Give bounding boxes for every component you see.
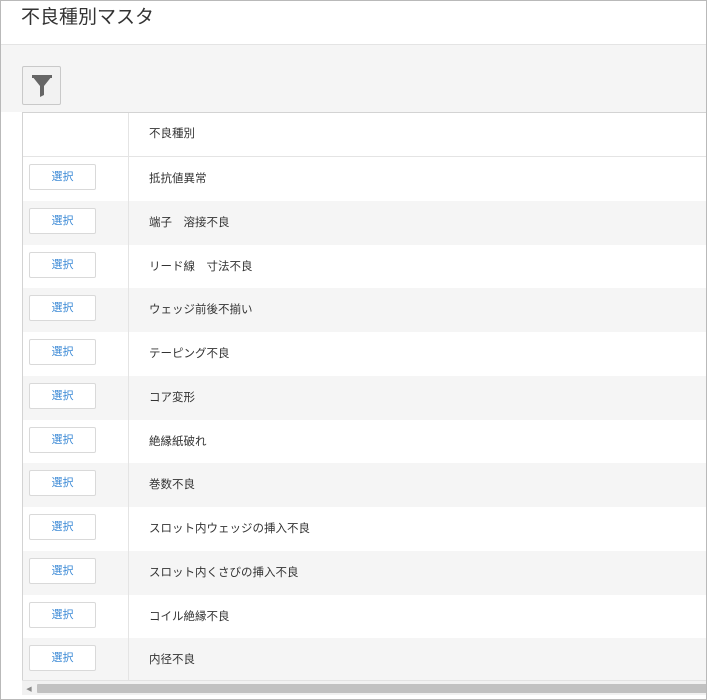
filter-funnel-icon	[31, 74, 53, 98]
select-button[interactable]: 選択	[29, 382, 96, 409]
table-row: 選択 内径不良	[23, 638, 706, 680]
select-button[interactable]: 選択	[29, 207, 96, 234]
table-row: 選択 コイル絶縁不良	[23, 594, 706, 639]
defect-type-cell: スロット内くさびの挿入不良	[149, 564, 299, 579]
select-button[interactable]: 選択	[29, 557, 96, 584]
header-cell-defect-type[interactable]: 不良種別	[149, 125, 195, 141]
defect-type-cell: テーピング不良	[149, 346, 230, 360]
table-row: 選択 テーピング不良	[23, 332, 706, 376]
defect-type-cell: 巻数不良	[149, 477, 195, 492]
select-button[interactable]: 選択	[29, 514, 96, 540]
table-row: 選択 ウェッジ前後不揃い	[23, 288, 706, 332]
scroll-left-arrow-icon[interactable]: ◀	[24, 684, 34, 693]
select-button[interactable]: 選択	[29, 426, 96, 453]
table-row: 選択 コア変形	[23, 375, 706, 420]
defect-type-cell: 端子 溶接不良	[149, 214, 230, 229]
defect-type-cell: コア変形	[149, 389, 195, 404]
filter-button[interactable]	[22, 66, 61, 105]
defect-type-cell: 内径不良	[149, 652, 195, 667]
table-row: 選択 スロット内ウェッジの挿入不良	[23, 507, 706, 551]
horizontal-scrollbar[interactable]: ◀	[22, 680, 706, 695]
defect-type-cell: 絶縁紙破れ	[149, 433, 207, 448]
defect-type-cell: コイル絶縁不良	[149, 608, 230, 623]
grid-rows: 選択 抵抗値異常 選択 端子 溶接不良 選択 リード線 寸法不良 選択 ウェッジ前後不揃い 選択…	[23, 157, 706, 680]
table-row: 選択 リード線 寸法不良	[23, 244, 706, 289]
toolbar	[1, 45, 706, 112]
table-row: 選択 スロット内くさびの挿入不良	[23, 550, 706, 595]
defect-type-grid: 不良種別 選択 抵抗値異常 選択 端子 溶接不良 選択 リード線 寸法不良 選択 ウェッジ前後…	[22, 112, 706, 680]
select-button[interactable]: 選択	[29, 164, 96, 190]
select-button[interactable]: 選択	[29, 251, 96, 278]
select-button[interactable]: 選択	[29, 601, 96, 628]
defect-type-cell: 抵抗値異常	[149, 171, 207, 185]
page-title: 不良種別マスタ	[21, 6, 155, 28]
scroll-thumb[interactable]	[37, 684, 706, 693]
table-row: 選択 巻数不良	[23, 463, 706, 507]
defect-type-cell: スロット内ウェッジの挿入不良	[149, 521, 310, 535]
select-button[interactable]: 選択	[29, 645, 96, 672]
table-row: 選択 絶縁紙破れ	[23, 419, 706, 464]
bottom-strip	[1, 695, 706, 699]
select-button[interactable]: 選択	[29, 295, 96, 322]
table-row: 選択 端子 溶接不良	[23, 200, 706, 245]
defect-type-cell: ウェッジ前後不揃い	[149, 302, 253, 317]
grid-header: 不良種別	[23, 113, 706, 157]
page-header: 不良種別マスタ	[1, 1, 706, 45]
defect-type-cell: リード線 寸法不良	[149, 258, 253, 273]
header-cell-select	[23, 113, 128, 156]
select-button[interactable]: 選択	[29, 339, 96, 365]
column-divider	[128, 113, 129, 680]
select-button[interactable]: 選択	[29, 470, 96, 497]
table-row: 選択 抵抗値異常	[23, 157, 706, 201]
app-window: 不良種別マスタ 不良種別 選択 抵抗値異常 選択 端子 溶接不良 選択 リード線 寸法不良…	[0, 0, 707, 700]
